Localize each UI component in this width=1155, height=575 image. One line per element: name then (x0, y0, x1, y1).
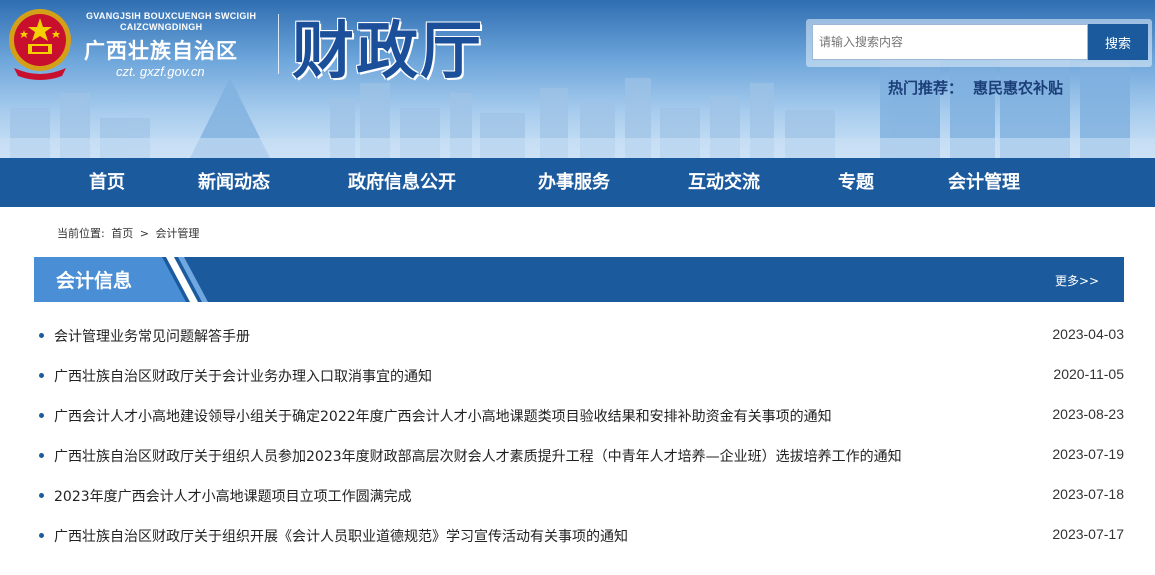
nav-item-accounting[interactable]: 会计管理 (948, 158, 1020, 207)
article-title[interactable]: 广西壮族自治区财政厅关于组织人员参加2023年度财政部高层次财会人才素质提升工程… (54, 446, 902, 466)
bullet-icon (39, 333, 44, 338)
article-date: 2023-08-23 (1052, 406, 1124, 422)
article-date: 2023-07-19 (1052, 446, 1124, 462)
breadcrumb-separator: > (139, 227, 149, 240)
list-item: 广西会计人才小高地建设领导小组关于确定2022年度广西会计人才小高地课题类项目验… (34, 395, 1124, 435)
region-name: 广西壮族自治区 (84, 39, 238, 63)
list-item: 广西壮族自治区财政厅关于组织开展《会计人员职业道德规范》学习宣传活动有关事项的通… (34, 515, 1124, 555)
more-link[interactable]: 更多>> (1055, 272, 1099, 289)
nav-item-services[interactable]: 办事服务 (538, 158, 610, 207)
bullet-icon (39, 413, 44, 418)
list-item: 广西壮族自治区财政厅关于组织人员参加2023年度财政部高层次财会人才素质提升工程… (34, 435, 1124, 475)
article-title[interactable]: 广西壮族自治区财政厅关于会计业务办理入口取消事宜的通知 (54, 366, 432, 386)
hot-recommend-link[interactable]: 惠民惠农补贴 (973, 77, 1063, 98)
bullet-icon (39, 453, 44, 458)
search-button[interactable]: 搜索 (1088, 24, 1148, 60)
article-date: 2023-04-03 (1052, 326, 1124, 342)
site-latin-name-2: CAIZCWNGDINGH (120, 22, 203, 32)
bullet-icon (39, 533, 44, 538)
breadcrumb-home[interactable]: 首页 (111, 227, 133, 240)
department-title: 财政厅 (292, 14, 485, 87)
section-title: 会计信息 (56, 270, 133, 292)
site-banner: GVANGJSIH BOUXCUENGH SWCIGIH CAIZCWNGDIN… (0, 0, 1155, 158)
breadcrumb-label: 当前位置: (57, 227, 105, 240)
nav-item-home[interactable]: 首页 (89, 158, 125, 207)
main-nav: 首页 新闻动态 政府信息公开 办事服务 互动交流 专题 会计管理 (0, 158, 1155, 207)
site-latin-name: GVANGJSIH BOUXCUENGH SWCIGIH (86, 11, 257, 21)
article-title[interactable]: 会计管理业务常见问题解答手册 (54, 326, 250, 346)
article-date: 2023-07-18 (1052, 486, 1124, 502)
list-item: 广西壮族自治区财政厅关于会计业务办理入口取消事宜的通知 2020-11-05 (34, 355, 1124, 395)
article-title[interactable]: 2023年度广西会计人才小高地课题项目立项工作圆满完成 (54, 486, 412, 506)
article-date: 2023-07-17 (1052, 526, 1124, 542)
list-item: 2023年度广西会计人才小高地课题项目立项工作圆满完成 2023-07-18 (34, 475, 1124, 515)
hot-recommend-label: 热门推荐： (888, 79, 964, 97)
article-title[interactable]: 广西壮族自治区财政厅关于组织开展《会计人员职业道德规范》学习宣传活动有关事项的通… (54, 526, 628, 546)
site-domain: czt. gxzf.gov.cn (116, 64, 205, 79)
article-date: 2020-11-05 (1053, 366, 1124, 382)
national-emblem-icon (9, 9, 71, 80)
bullet-icon (39, 373, 44, 378)
article-title[interactable]: 广西会计人才小高地建设领导小组关于确定2022年度广西会计人才小高地课题类项目验… (54, 406, 832, 426)
breadcrumb-current[interactable]: 会计管理 (155, 227, 199, 240)
breadcrumb: 当前位置: 首页 > 会计管理 (57, 225, 202, 241)
article-list: 会计管理业务常见问题解答手册 2023-04-03 广西壮族自治区财政厅关于会计… (34, 315, 1124, 555)
nav-item-news[interactable]: 新闻动态 (198, 158, 270, 207)
list-item: 会计管理业务常见问题解答手册 2023-04-03 (34, 315, 1124, 355)
search-input[interactable] (812, 24, 1088, 60)
header-divider (278, 14, 279, 74)
nav-item-topics[interactable]: 专题 (838, 158, 874, 207)
nav-item-gov-info[interactable]: 政府信息公开 (348, 158, 456, 207)
nav-item-interaction[interactable]: 互动交流 (688, 158, 760, 207)
bullet-icon (39, 493, 44, 498)
